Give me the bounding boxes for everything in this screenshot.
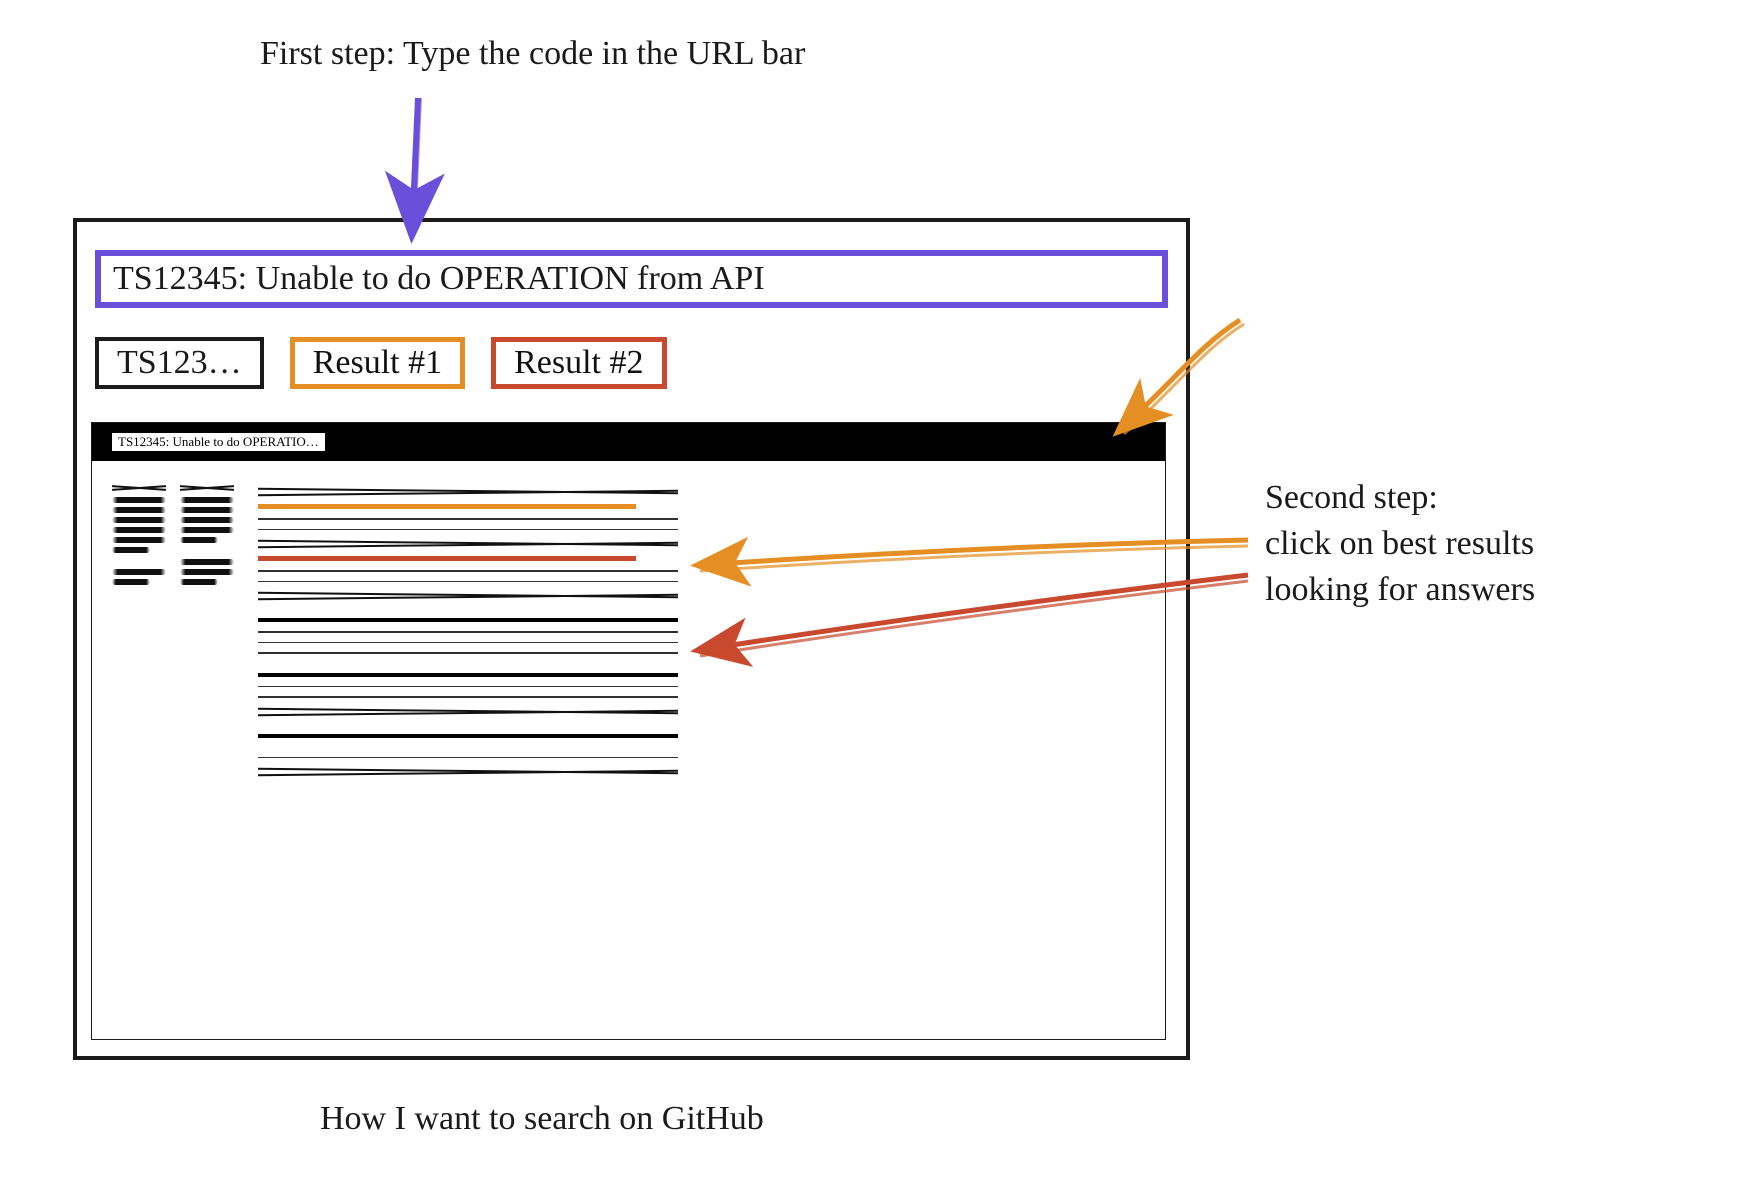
text-scribble [258, 570, 678, 572]
annotation-step1: First step: Type the code in the URL bar [260, 35, 805, 73]
text-scribble [258, 642, 678, 644]
text-scribble [258, 767, 678, 775]
scribble-icon [112, 527, 166, 533]
text-scribble [258, 539, 678, 547]
text-scribble [258, 707, 678, 715]
arrow-step1 [412, 98, 418, 232]
scribble-icon [180, 537, 218, 543]
text-scribble [258, 652, 678, 654]
results-panel: TS12345: Unable to do OPERATIO… [91, 422, 1166, 1040]
text-scribble [258, 591, 678, 599]
text-scribble [258, 686, 678, 688]
results-titlebar: TS12345: Unable to do OPERATIO… [92, 423, 1165, 461]
annotation-step2-line1: Second step: [1265, 475, 1535, 521]
scribble-icon [180, 559, 234, 565]
browser-window: TS12345: Unable to do OPERATION from API… [73, 218, 1190, 1060]
text-scribble [258, 734, 678, 738]
results-sidebar [112, 483, 234, 775]
scribble-icon [180, 579, 218, 585]
annotation-step2-line2: click on best results [1265, 521, 1535, 567]
text-scribble [258, 696, 678, 698]
url-bar[interactable]: TS12345: Unable to do OPERATION from API [95, 250, 1168, 308]
text-scribble [258, 631, 678, 633]
results-content [258, 483, 678, 775]
scribble-icon [180, 483, 234, 493]
results-title-chip: TS12345: Unable to do OPERATIO… [112, 433, 325, 451]
tab-result-2[interactable]: Result #2 [491, 337, 666, 389]
tab-result-2-label: Result #2 [514, 344, 643, 382]
results-body [92, 461, 1165, 795]
tab-row: TS123… Result #1 Result #2 [95, 337, 667, 389]
scribble-icon [180, 527, 234, 533]
scribble-icon [180, 517, 234, 523]
text-scribble [258, 518, 678, 520]
scribble-icon [180, 497, 234, 503]
annotation-step2-line3: looking for answers [1265, 567, 1535, 613]
scribble-icon [180, 507, 234, 513]
scribble-icon [112, 497, 166, 503]
scribble-icon [112, 517, 166, 523]
scribble-icon [112, 483, 166, 493]
tab-result-1[interactable]: Result #1 [290, 337, 465, 389]
sidebar-col-1 [112, 483, 166, 775]
text-scribble [258, 673, 678, 677]
tab-result-1-label: Result #1 [313, 344, 442, 382]
tab-active-label: TS123… [117, 344, 242, 382]
text-scribble [258, 529, 678, 531]
sidebar-col-2 [180, 483, 234, 775]
highlighted-result-2[interactable] [258, 556, 636, 561]
text-scribble [258, 757, 678, 759]
scribble-icon [112, 569, 166, 575]
text-scribble [258, 487, 678, 495]
text-scribble [258, 581, 678, 583]
tab-active[interactable]: TS123… [95, 337, 264, 389]
url-bar-text: TS12345: Unable to do OPERATION from API [113, 260, 765, 298]
scribble-icon [180, 569, 234, 575]
scribble-icon [112, 537, 166, 543]
text-scribble [258, 618, 678, 622]
scribble-icon [112, 507, 166, 513]
highlighted-result-1[interactable] [258, 504, 636, 509]
scribble-icon [112, 547, 150, 553]
annotation-step2: Second step: click on best results looki… [1265, 475, 1535, 613]
diagram-caption: How I want to search on GitHub [320, 1100, 764, 1138]
scribble-icon [112, 579, 150, 585]
